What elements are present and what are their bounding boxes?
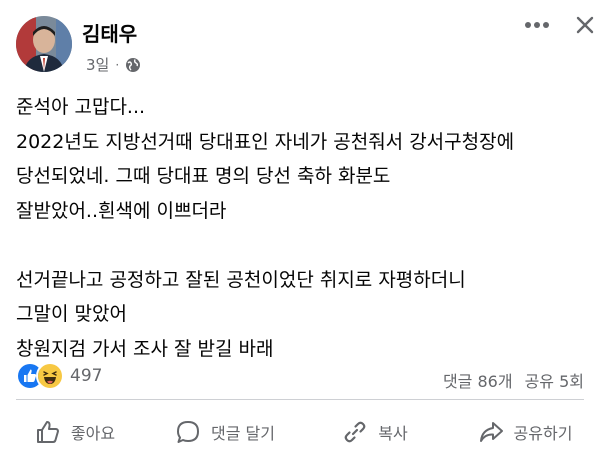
like-button[interactable]: 좋아요 [0,404,150,460]
share-label: 공유하기 [513,424,573,443]
copy-label: 복사 [378,424,408,443]
thumbs-up-icon [35,419,61,445]
post-line: 잘받았어..흰색에 이쁘더라 [16,199,227,222]
comment-bubble-icon [175,419,201,445]
post-line: 2022년도 지방선거때 당대표인 자네가 공천줘서 강서구청장에 [16,130,515,153]
post-meta: 3일 · [86,54,141,75]
link-icon [342,419,368,445]
post-line: 당선되었네. 그때 당대표 명의 당선 축하 화분도 [16,165,391,187]
action-bar: 좋아요 댓글 달기 복사 공유하기 [0,404,600,460]
post-time[interactable]: 3일 [86,54,109,75]
engagement-counts: 댓글 86개 공유 5회 [443,368,584,392]
share-arrow-icon [478,419,504,445]
comment-count[interactable]: 댓글 86개 [443,368,513,392]
haha-icon [36,362,64,390]
globe-icon [125,57,141,73]
author-name[interactable]: 김태우 [82,18,137,47]
post-line: 준석아 고맙다... [16,96,146,118]
share-count[interactable]: 공유 5회 [525,368,584,392]
post-line-blank [16,228,588,263]
post-line: 그말이 맞았어 [16,303,127,325]
divider [16,399,584,400]
share-button[interactable]: 공유하기 [450,404,600,460]
like-label: 좋아요 [70,424,116,443]
comment-label: 댓글 달기 [211,424,275,443]
author-avatar[interactable] [16,16,72,72]
copy-button[interactable]: 복사 [300,404,450,460]
post-stats: 497 댓글 86개 공유 5회 [0,360,600,394]
post-header: 김태우 3일 · [0,0,600,86]
close-icon[interactable] [572,12,598,38]
post-content: 준석아 고맙다... 2022년도 지방선거때 당대표인 자네가 공천줘서 강서… [16,90,588,366]
reaction-count: 497 [70,366,103,386]
comment-button[interactable]: 댓글 달기 [150,404,300,460]
reaction-summary[interactable]: 497 [16,362,102,390]
meta-separator: · [115,57,120,72]
more-options-icon[interactable] [522,10,552,40]
post-line: 선거끝나고 공정하고 잘된 공천이었단 취지로 자평하더니 [16,268,466,291]
